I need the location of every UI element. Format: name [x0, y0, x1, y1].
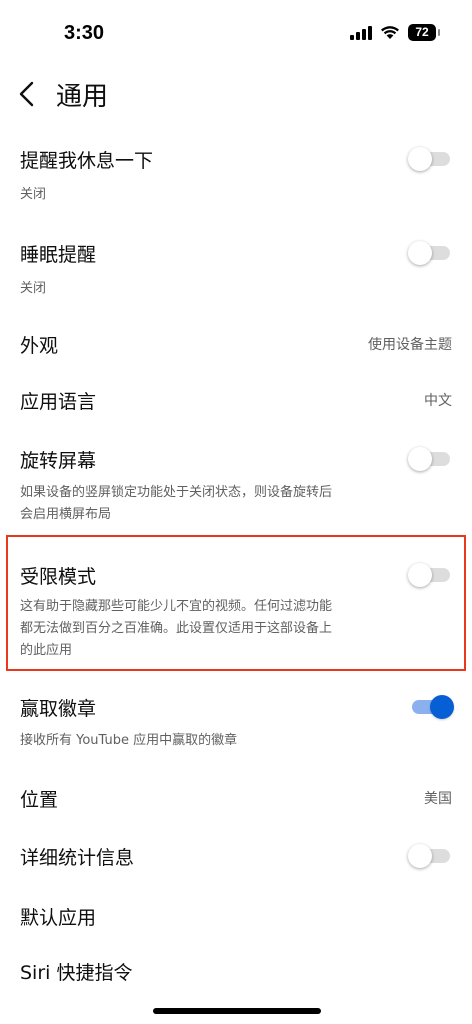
- bedtime-toggle[interactable]: [408, 241, 450, 265]
- earn-badges-toggle[interactable]: [412, 695, 454, 719]
- setting-description-line: 会启用横屏布局: [20, 507, 112, 522]
- battery-level: 72: [415, 25, 429, 39]
- home-indicator: [153, 1008, 321, 1014]
- setting-title: 详细统计信息: [20, 847, 135, 869]
- setting-title: 应用语言: [20, 391, 97, 413]
- setting-value: 中文: [424, 393, 452, 409]
- status-icons: 72: [350, 24, 440, 41]
- back-arrow-icon[interactable]: [12, 78, 44, 110]
- restricted-mode-toggle[interactable]: [408, 563, 450, 587]
- toggle-knob: [430, 695, 454, 719]
- stats-for-nerds-toggle[interactable]: [408, 844, 450, 868]
- setting-description-line: 如果设备的竖屏锁定功能处于关闭状态，则设备旋转后: [20, 485, 333, 500]
- battery-icon: 72: [408, 24, 440, 41]
- setting-title: Siri 快捷指令: [20, 962, 133, 984]
- status-bar: 3:30 72: [0, 0, 472, 62]
- page-title: 通用: [56, 82, 109, 112]
- setting-default-apps[interactable]: 默认应用: [20, 898, 454, 934]
- setting-earn-badges[interactable]: 赢取徽章 接收所有 YouTube 应用中赢取的徽章: [20, 688, 454, 758]
- setting-title: 受限模式: [20, 566, 97, 588]
- setting-subtitle: 关闭: [20, 187, 47, 202]
- setting-description-line: 这有助于隐藏那些可能少儿不宜的视频。任何过滤功能: [20, 599, 333, 614]
- setting-title: 外观: [20, 335, 59, 357]
- setting-location[interactable]: 位置 美国: [20, 780, 454, 816]
- setting-stats-for-nerds[interactable]: 详细统计信息: [20, 838, 454, 874]
- setting-remind-break[interactable]: 提醒我休息一下 关闭: [20, 140, 454, 210]
- setting-appearance[interactable]: 外观 使用设备主题: [20, 326, 454, 362]
- toggle-knob: [408, 241, 432, 265]
- setting-subtitle: 关闭: [20, 281, 47, 296]
- setting-title: 旋转屏幕: [20, 450, 97, 472]
- setting-title: 提醒我休息一下: [20, 150, 154, 172]
- setting-value: 美国: [424, 791, 452, 807]
- setting-siri-shortcuts[interactable]: Siri 快捷指令: [20, 954, 454, 988]
- header: 通用: [0, 72, 472, 116]
- wifi-icon: [381, 26, 399, 39]
- setting-title: 位置: [20, 789, 59, 811]
- setting-value: 使用设备主题: [368, 337, 452, 353]
- toggle-knob: [408, 563, 432, 587]
- remind-break-toggle[interactable]: [408, 147, 450, 171]
- cellular-signal-icon: [350, 25, 372, 40]
- setting-rotate-screen[interactable]: 旋转屏幕 如果设备的竖屏锁定功能处于关闭状态，则设备旋转后 会启用横屏布局: [20, 440, 454, 524]
- status-time: 3:30: [64, 22, 105, 44]
- setting-title: 赢取徽章: [20, 698, 97, 720]
- toggle-knob: [408, 844, 432, 868]
- toggle-knob: [408, 147, 432, 171]
- setting-title: 睡眠提醒: [20, 244, 97, 266]
- setting-bedtime-reminder[interactable]: 睡眠提醒 关闭: [20, 234, 454, 304]
- toggle-knob: [408, 447, 432, 471]
- setting-description-line: 都无法做到百分之百准确。此设置仅适用于这部设备上: [20, 621, 333, 636]
- setting-description-line: 的此应用: [20, 643, 73, 658]
- rotate-screen-toggle[interactable]: [408, 447, 450, 471]
- setting-restricted-mode[interactable]: 受限模式 这有助于隐藏那些可能少儿不宜的视频。任何过滤功能 都无法做到百分之百准…: [20, 556, 454, 660]
- setting-app-language[interactable]: 应用语言 中文: [20, 382, 454, 418]
- setting-subtitle: 接收所有 YouTube 应用中赢取的徽章: [20, 733, 238, 748]
- setting-title: 默认应用: [20, 907, 97, 929]
